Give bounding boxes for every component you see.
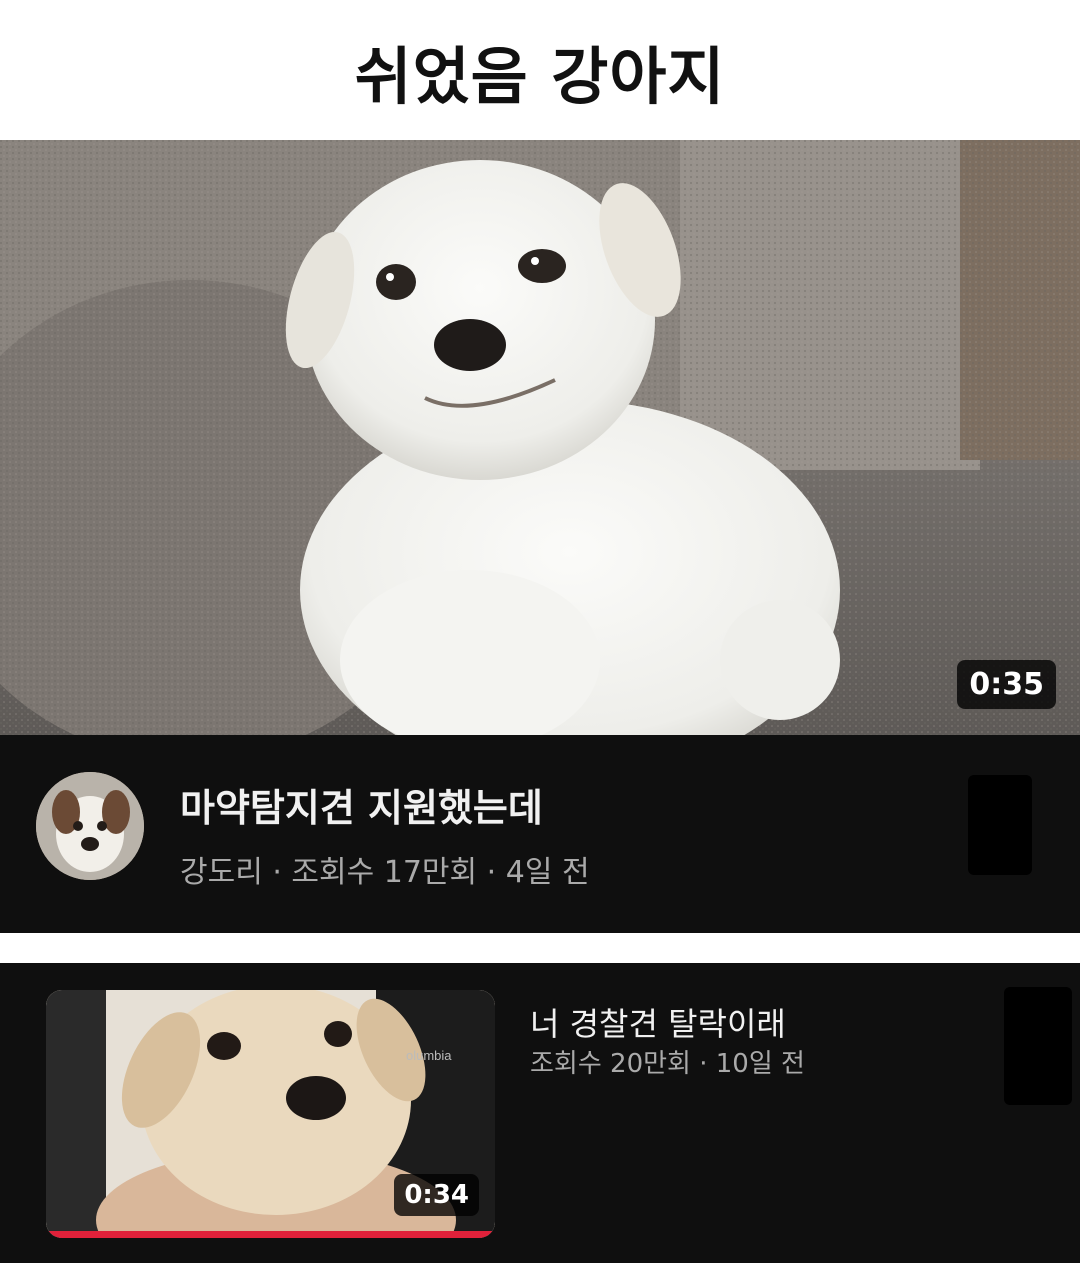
video-thumbnail[interactable]: olumbia 0:34 [46,990,495,1238]
more-options-icon[interactable] [968,775,1032,875]
channel-avatar[interactable] [36,772,144,880]
video-title[interactable]: 너 경찰견 탈락이래 [530,999,786,1045]
page: 쉬었음 강아지 0:35 마약탐지견 지원했는데 강도리 · 조회수 17만회 … [0,0,1080,1276]
more-options-icon[interactable] [1004,987,1072,1105]
video-meta: 강도리 · 조회수 17만회 · 4일 전 [180,855,590,890]
page-title: 쉬었음 강아지 [354,40,726,113]
watch-progress-bar [46,1231,495,1238]
video-title[interactable]: 마약탐지견 지원했는데 [180,777,543,832]
svg-text:olumbia: olumbia [406,1048,452,1063]
video-meta: 조회수 20만회 · 10일 전 [530,1049,805,1079]
puppy-image [0,140,1080,735]
divider [0,933,1080,963]
duration-badge: 0:34 [394,1174,479,1216]
duration-badge: 0:35 [957,660,1056,709]
main-video-info[interactable]: 마약탐지견 지원했는데 강도리 · 조회수 17만회 · 4일 전 [0,735,1080,933]
video-list-item[interactable]: olumbia 0:34 너 경찰견 탈락이래 조회수 20만회 · 10일 전 [0,963,1080,1263]
main-video-thumbnail[interactable]: 0:35 [0,140,1080,735]
avatar-image [36,772,144,880]
